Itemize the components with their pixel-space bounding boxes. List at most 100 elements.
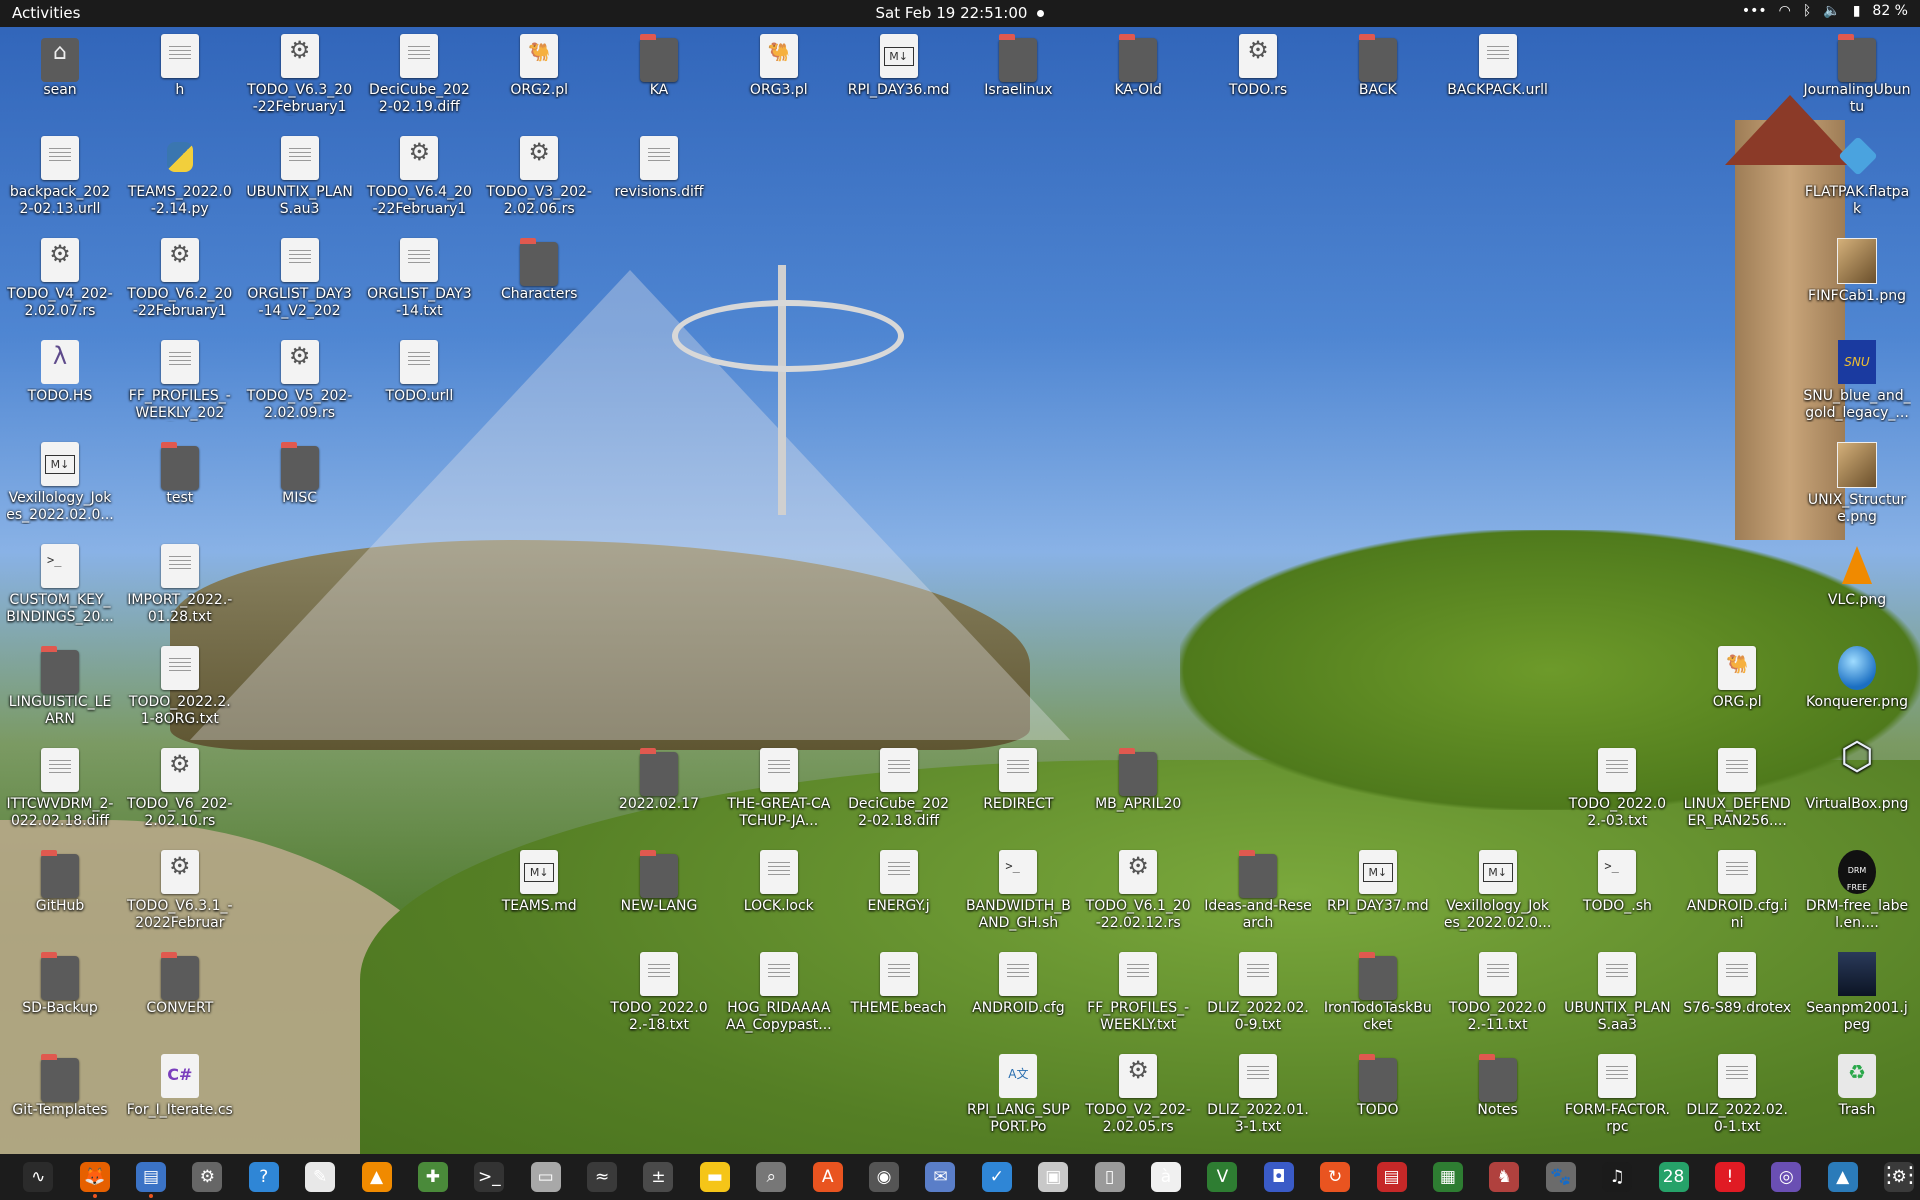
desktop-icon[interactable]: KA — [605, 34, 713, 99]
desktop-icon[interactable]: TODO.HS — [6, 340, 114, 405]
desktop-icon[interactable]: Konquerer.png — [1803, 646, 1911, 711]
dock-item[interactable]: ▯ — [1081, 1154, 1137, 1200]
show-applications-icon[interactable]: ⋮⋮⋮ — [1878, 1161, 1920, 1191]
battery-icon[interactable]: ▮ — [1853, 3, 1861, 19]
desktop-icon[interactable]: FF_PROFILES_-WEEKLY.txt — [1084, 952, 1192, 1034]
desktop-icon[interactable]: ORG3.pl — [725, 34, 833, 99]
desktop-icon[interactable]: UBUNTIX_PLANS.aa3 — [1563, 952, 1671, 1034]
dock-item[interactable]: ▤ — [123, 1154, 179, 1200]
desktop-icon[interactable]: RPI_LANG_SUPPORT.Po — [964, 1054, 1072, 1136]
desktop-icon[interactable]: HOG_RIDAAAAAA_Copypast... — [725, 952, 833, 1034]
desktop-icon[interactable]: JournalingUbuntu — [1803, 34, 1911, 116]
desktop-icon[interactable]: BACK — [1324, 34, 1432, 99]
desktop-icon[interactable]: TEAMS_2022.0-2.14.py — [126, 136, 234, 218]
desktop-icon[interactable]: ITTCWVDRM_2-022.02.18.diff — [6, 748, 114, 830]
desktop-icon[interactable]: Vexillology_Jokes_2022.02.0... — [1444, 850, 1552, 932]
clock[interactable]: Sat Feb 19 22:51:00 — [0, 4, 1920, 22]
desktop-icon[interactable]: TODO_V6.3.1_-2022February... — [126, 850, 234, 932]
desktop-icon[interactable]: Seanpm2001.jpeg — [1803, 952, 1911, 1034]
desktop-icon[interactable]: ORGLIST_DAY3-14_V2_2022.... — [246, 238, 354, 320]
desktop-icon[interactable]: VLC.png — [1803, 544, 1911, 609]
dock-item[interactable]: ∿ — [10, 1154, 66, 1200]
dock-item[interactable]: ▬ — [687, 1154, 743, 1200]
desktop-icon[interactable]: ENERGY.j — [845, 850, 953, 915]
desktop-icon[interactable]: UBUNTIX_PLANS.au3 — [246, 136, 354, 218]
desktop-icon[interactable]: TODO_2022.2.1-8ORG.txt — [126, 646, 234, 728]
desktop-icon[interactable]: 2022.02.17 — [605, 748, 713, 813]
desktop-icon[interactable]: KA-Old — [1084, 34, 1192, 99]
desktop-icon[interactable]: MB_APRIL20 — [1084, 748, 1192, 813]
dock-item[interactable]: ≈ — [574, 1154, 630, 1200]
dock-item[interactable]: 🦊 — [66, 1154, 122, 1200]
desktop-icon[interactable]: For_I_Iterate.cs — [126, 1054, 234, 1119]
dock-item[interactable]: V — [1194, 1154, 1250, 1200]
desktop-icon[interactable]: Notes — [1444, 1054, 1552, 1119]
desktop-icon[interactable]: LOCK.lock — [725, 850, 833, 915]
desktop-icon[interactable]: TODO_V6.3_20-22February15.... — [246, 34, 354, 116]
desktop-icon[interactable]: Characters — [485, 238, 593, 303]
dock-item[interactable]: ✉ — [912, 1154, 968, 1200]
dock-item[interactable]: ⌕ — [743, 1154, 799, 1200]
more-icon[interactable]: ••• — [1742, 3, 1767, 19]
desktop-icon[interactable]: Israelinux — [964, 34, 1072, 99]
desktop-icon[interactable]: BACKPACK.urll — [1444, 34, 1552, 99]
clock-text[interactable]: Sat Feb 19 22:51:00 — [876, 4, 1028, 22]
desktop-icon[interactable]: REDIRECT — [964, 748, 1072, 813]
dock-item[interactable]: ▣ — [1025, 1154, 1081, 1200]
desktop-icon[interactable]: TODO_2022.02.-03.txt — [1563, 748, 1671, 830]
desktop-icon[interactable]: TODO_.sh — [1563, 850, 1671, 915]
dock-item[interactable]: >_ — [461, 1154, 517, 1200]
desktop-icon[interactable]: DLIZ_2022.01.3-1.txt — [1204, 1054, 1312, 1136]
dock-item[interactable]: ▦ — [1420, 1154, 1476, 1200]
desktop-icon[interactable]: MISC — [246, 442, 354, 507]
desktop-icon[interactable]: ANDROID.cfg.ini — [1683, 850, 1791, 932]
desktop-icon[interactable]: ORG.pl — [1683, 646, 1791, 711]
dock-item[interactable]: ◘ — [1251, 1154, 1307, 1200]
desktop-icon[interactable]: sean — [6, 34, 114, 99]
dock-item[interactable]: ✓ — [969, 1154, 1025, 1200]
desktop-icon[interactable]: backpack_2022-02.13.urll — [6, 136, 114, 218]
desktop-icon[interactable]: IronTodoTaskBucket — [1324, 952, 1432, 1034]
desktop-icon[interactable]: TODO_V5_202-2.02.09.rs — [246, 340, 354, 422]
desktop-icon[interactable]: FF_PROFILES_-WEEKLY_2022.... — [126, 340, 234, 422]
desktop-icon[interactable]: CONVERT — [126, 952, 234, 1017]
desktop-icon[interactable]: DRM-free_label.en.... — [1803, 850, 1911, 932]
desktop-icon[interactable]: TEAMS.md — [485, 850, 593, 915]
dock-item[interactable]: ± — [630, 1154, 686, 1200]
desktop-icon[interactable]: h — [126, 34, 234, 99]
dock-item[interactable]: ▲ — [1815, 1154, 1871, 1200]
desktop-icon[interactable]: DLIZ_2022.02.0-1.txt — [1683, 1054, 1791, 1136]
desktop-icon[interactable]: TODO_V6_202-2.02.10.rs — [126, 748, 234, 830]
dock-item[interactable]: ✚ — [405, 1154, 461, 1200]
desktop-icon[interactable]: BANDWIDTH_BAND_GH.sh — [964, 850, 1072, 932]
desktop-icon[interactable]: LINUX_DEFENDER_RAN256.... — [1683, 748, 1791, 830]
desktop-icon[interactable]: TODO_V6.1_20-22.02.12.rs — [1084, 850, 1192, 932]
desktop-icon[interactable]: SNU_blue_and_gold_legacy_... — [1803, 340, 1911, 422]
dock-item[interactable]: ↻ — [1307, 1154, 1363, 1200]
dock-item[interactable]: ? — [236, 1154, 292, 1200]
desktop-icon[interactable]: Ideas-and-Research — [1204, 850, 1312, 932]
desktop-icon[interactable]: TODO_V4_202-2.02.07.rs — [6, 238, 114, 320]
dock-item[interactable]: ◉ — [856, 1154, 912, 1200]
desktop-icon[interactable]: DeciCube_2022-02.19.diff — [365, 34, 473, 116]
desktop-icon[interactable]: VirtualBox.png — [1803, 748, 1911, 813]
desktop-icon[interactable]: RPI_DAY36.md — [845, 34, 953, 99]
dock-item[interactable]: ♞ — [1476, 1154, 1532, 1200]
desktop-icon[interactable]: Vexillology_Jokes_2022.02.0... — [6, 442, 114, 524]
desktop-icon[interactable]: TODO_V2_202-2.02.05.rs — [1084, 1054, 1192, 1136]
desktop-icon[interactable]: TODO_2022.02.-11.txt — [1444, 952, 1552, 1034]
desktop-icon[interactable]: GitHub — [6, 850, 114, 915]
desktop-icon[interactable]: UNIX_Structure.png — [1803, 442, 1911, 526]
desktop-icon[interactable]: LINGUISTIC_LEARN — [6, 646, 114, 728]
dock-item[interactable]: A — [799, 1154, 855, 1200]
dock-item[interactable]: ▤ — [1363, 1154, 1419, 1200]
system-tray[interactable]: ••• ◠ ᛒ 🔈 ▮ 82 % — [1742, 3, 1908, 19]
desktop-icon[interactable]: RPI_DAY37.md — [1324, 850, 1432, 915]
volume-icon[interactable]: 🔈 — [1823, 3, 1840, 19]
dock-item[interactable]: 🐾 — [1533, 1154, 1589, 1200]
desktop-icon[interactable]: FORM-FACTOR.rpc — [1563, 1054, 1671, 1136]
dock-item[interactable]: ! — [1702, 1154, 1758, 1200]
dock-item[interactable]: ◎ — [1758, 1154, 1814, 1200]
bluetooth-icon[interactable]: ᛒ — [1803, 3, 1811, 19]
desktop-icon[interactable]: DeciCube_2022-02.18.diff — [845, 748, 953, 830]
